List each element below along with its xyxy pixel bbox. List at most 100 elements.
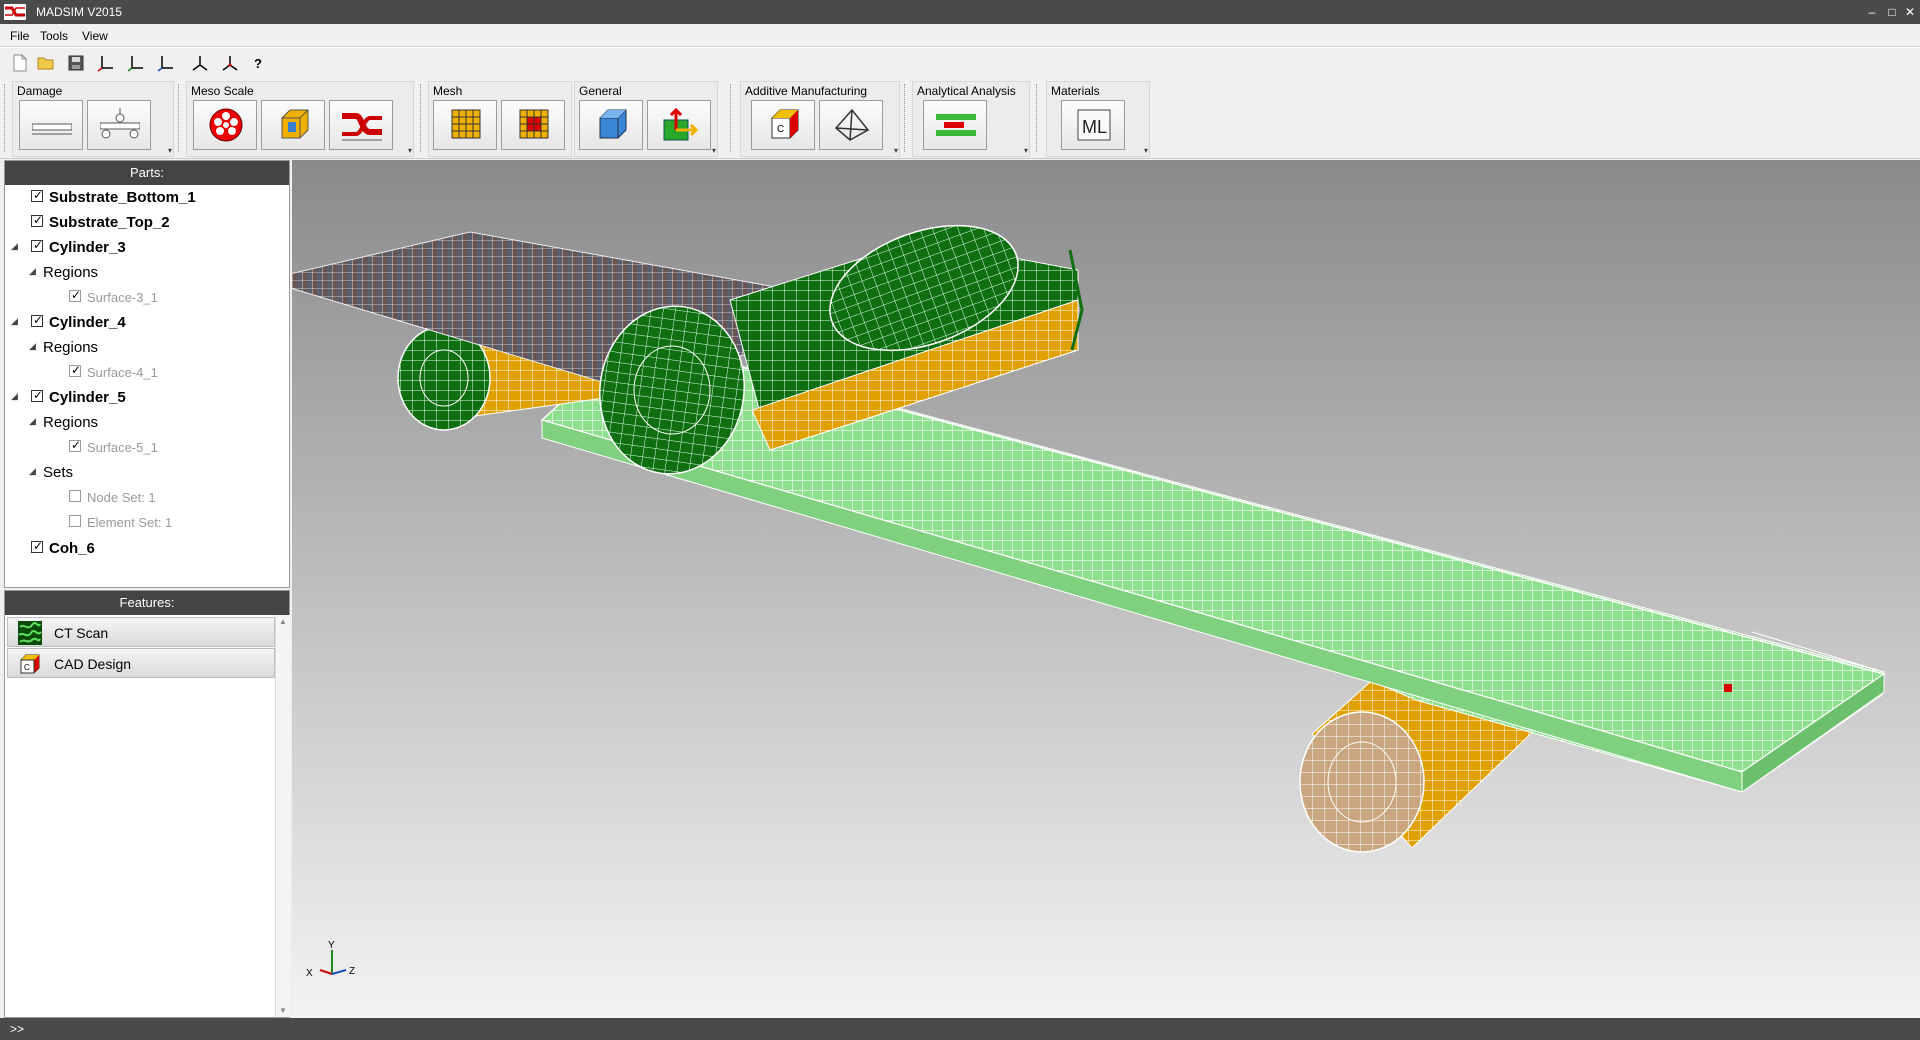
menu-file[interactable]: File xyxy=(10,29,29,43)
meso-fiber-button[interactable] xyxy=(193,100,257,150)
tree-item-node-set[interactable]: Node Set: 1 xyxy=(5,485,289,509)
cad-cube-icon: C xyxy=(771,109,799,139)
checkbox[interactable] xyxy=(69,490,81,502)
collapse-triangle-icon[interactable]: ◢ xyxy=(11,391,18,402)
collapse-triangle-icon[interactable]: ◢ xyxy=(29,466,36,477)
tree-label: Cylinder_5 xyxy=(49,389,126,406)
collapse-triangle-icon[interactable]: ◢ xyxy=(11,241,18,252)
help-icon[interactable]: ? xyxy=(254,56,262,71)
tree-item-regions[interactable]: ◢ Regions xyxy=(5,335,289,359)
tree-item-cylinder-5[interactable]: ◢ ✓ Cylinder_5 xyxy=(5,385,289,409)
menu-view[interactable]: View xyxy=(82,29,108,43)
checkbox[interactable]: ✓ xyxy=(31,313,43,327)
tree-item-substrate-bottom[interactable]: ✓ Substrate_Bottom_1 xyxy=(5,185,289,209)
tensile-specimen-icon xyxy=(32,123,72,135)
features-scrollbar[interactable]: ▲ ▼ xyxy=(275,615,290,1017)
scroll-down-icon[interactable]: ▼ xyxy=(279,1006,287,1015)
group-damage-label: Damage xyxy=(17,84,63,98)
group-analytical-dropdown[interactable]: ▾ xyxy=(1024,146,1028,155)
checkbox[interactable]: ✓ xyxy=(69,363,81,377)
axis-view-1-icon[interactable] xyxy=(96,53,116,73)
tree-item-coh-6[interactable]: ✓ Coh_6 xyxy=(5,536,289,560)
checkbox[interactable]: ✓ xyxy=(31,539,43,553)
scroll-up-icon[interactable]: ▲ xyxy=(279,617,287,626)
analytical-laminate-button[interactable] xyxy=(923,100,987,150)
tree-label: Regions xyxy=(43,264,99,281)
checkbox[interactable]: ✓ xyxy=(31,188,43,202)
tree-item-regions[interactable]: ◢ Regions xyxy=(5,260,289,284)
mesh-refine-button[interactable] xyxy=(501,100,565,150)
tree-label: Regions xyxy=(43,339,99,356)
tree-item-cylinder-3[interactable]: ◢ ✓ Cylinder_3 xyxy=(5,235,289,259)
group-additive-dropdown[interactable]: ▾ xyxy=(894,146,898,155)
title-bar: MADSIM V2015 – □ ✕ xyxy=(0,0,1920,24)
axis-view-3-icon[interactable] xyxy=(156,53,176,73)
ribbon-grip xyxy=(904,84,908,152)
group-general: General ▾ xyxy=(574,81,718,157)
additive-tetra-button[interactable] xyxy=(819,100,883,150)
tree-item-regions[interactable]: ◢ Regions xyxy=(5,410,289,434)
tree-item-element-set[interactable]: Element Set: 1 xyxy=(5,510,289,534)
ribbon-grip xyxy=(1036,84,1040,152)
checkbox[interactable]: ✓ xyxy=(69,288,81,302)
feature-cad-design[interactable]: C CAD Design xyxy=(7,648,275,678)
damage-bending-button[interactable] xyxy=(87,100,151,150)
checkbox[interactable] xyxy=(69,515,81,527)
group-materials-dropdown[interactable]: ▾ xyxy=(1144,146,1148,155)
menu-tools[interactable]: Tools xyxy=(40,29,68,43)
collapse-triangle-icon[interactable]: ◢ xyxy=(29,341,36,352)
group-general-dropdown[interactable]: ▾ xyxy=(712,146,716,155)
additive-icon-letter: C xyxy=(777,124,784,135)
general-boundary-button[interactable] xyxy=(647,100,711,150)
app-logo-icon xyxy=(4,4,26,20)
checkbox[interactable]: ✓ xyxy=(31,213,43,227)
axis-view-2-icon[interactable] xyxy=(126,53,146,73)
new-file-icon[interactable] xyxy=(10,53,30,73)
triad-x-axis xyxy=(319,969,333,975)
tree-label: Coh_6 xyxy=(49,540,95,557)
materials-library-button[interactable]: ML xyxy=(1061,100,1125,150)
general-part-button[interactable] xyxy=(579,100,643,150)
command-bar[interactable]: >> xyxy=(0,1018,1920,1040)
group-general-label: General xyxy=(579,84,622,98)
substrate-bottom-plate[interactable] xyxy=(540,337,1886,793)
axis-iso-2-icon[interactable] xyxy=(220,53,240,73)
group-meso-dropdown[interactable]: ▾ xyxy=(408,146,412,155)
tree-item-surface-4-1[interactable]: ✓ Surface-4_1 xyxy=(5,360,289,384)
tree-item-cylinder-4[interactable]: ◢ ✓ Cylinder_4 xyxy=(5,310,289,334)
collapse-triangle-icon[interactable]: ◢ xyxy=(29,416,36,427)
save-icon[interactable] xyxy=(66,53,86,73)
tree-item-surface-5-1[interactable]: ✓ Surface-5_1 xyxy=(5,435,289,459)
ribbon-grip xyxy=(178,84,182,152)
blue-cube-icon xyxy=(599,109,627,139)
tree-item-substrate-top[interactable]: ✓ Substrate_Top_2 xyxy=(5,210,289,234)
meso-unit-cell-button[interactable] xyxy=(261,100,325,150)
checkbox[interactable]: ✓ xyxy=(31,388,43,402)
mesh-structured-button[interactable] xyxy=(433,100,497,150)
red-marker[interactable] xyxy=(1724,684,1732,692)
ribbon-grip xyxy=(420,84,424,152)
collapse-triangle-icon[interactable]: ◢ xyxy=(29,266,36,277)
collapse-triangle-icon[interactable]: ◢ xyxy=(11,316,18,327)
additive-cad-button[interactable]: C xyxy=(751,100,815,150)
tree-label: Cylinder_3 xyxy=(49,239,126,256)
axis-iso-1-icon[interactable] xyxy=(190,53,210,73)
close-button[interactable]: ✕ xyxy=(1898,3,1920,21)
features-panel: Features: CT Scan C CAD Design ▲ ▼ xyxy=(4,590,290,1018)
meso-weave-button[interactable] xyxy=(329,100,393,150)
checkbox[interactable]: ✓ xyxy=(31,238,43,252)
group-analytical-label: Analytical Analysis xyxy=(917,84,1016,98)
open-folder-icon[interactable] xyxy=(36,53,56,73)
damage-tensile-button[interactable] xyxy=(19,100,83,150)
tree-item-surface-3-1[interactable]: ✓ Surface-3_1 xyxy=(5,285,289,309)
group-damage-dropdown[interactable]: ▾ xyxy=(168,146,172,155)
feature-ct-scan[interactable]: CT Scan xyxy=(7,617,275,647)
tree-label: Node Set: 1 xyxy=(87,490,156,505)
three-point-bend-icon xyxy=(100,108,140,139)
model-canvas[interactable]: Y Z X xyxy=(262,160,1920,1018)
mesh-refine-icon xyxy=(519,109,549,139)
tree-item-sets[interactable]: ◢ Sets xyxy=(5,460,289,484)
tree-label: Surface-4_1 xyxy=(87,365,158,380)
3d-viewport[interactable]: Y Z X xyxy=(262,160,1920,1018)
checkbox[interactable]: ✓ xyxy=(69,438,81,452)
